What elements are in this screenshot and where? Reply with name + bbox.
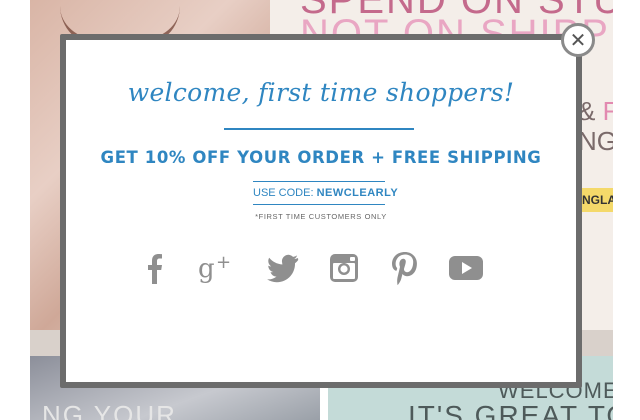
hero-side-line2: NGL	[578, 126, 613, 156]
popup-divider	[224, 128, 414, 130]
twitter-icon[interactable]	[262, 248, 302, 288]
social-links: g +	[66, 248, 576, 288]
svg-text:g: g	[198, 254, 215, 284]
instagram-icon[interactable]	[324, 248, 364, 288]
welcome-popup: welcome, first time shoppers! GET 10% OF…	[66, 40, 576, 382]
youtube-icon[interactable]	[446, 248, 486, 288]
close-popup-button[interactable]: ✕	[561, 23, 595, 57]
promo-code[interactable]: NEWCLEARLY	[317, 187, 399, 199]
hero-cta-tag[interactable]: NGLAS	[578, 188, 613, 212]
promo-code-prefix: USE CODE:	[253, 187, 317, 199]
hero-side-pink: F	[602, 96, 613, 126]
google-plus-icon[interactable]: g +	[196, 248, 236, 288]
close-icon: ✕	[569, 28, 587, 52]
popup-fine-print: *FIRST TIME CUSTOMERS ONLY	[255, 212, 387, 221]
svg-text:+: +	[216, 252, 231, 273]
pinterest-icon[interactable]	[384, 248, 424, 288]
facebook-icon[interactable]	[135, 248, 175, 288]
promo-tile-left-text: NG YOUR	[42, 400, 177, 420]
promo-code-box[interactable]: USE CODE: NEWCLEARLY	[253, 181, 398, 205]
popup-title: welcome, first time shoppers!	[127, 78, 515, 107]
promo-tile-right-line2: IT'S GREAT TO S	[408, 400, 613, 420]
hero-side-text: & F NGL	[578, 96, 613, 156]
popup-offer: GET 10% OFF YOUR ORDER + FREE SHIPPING	[100, 148, 542, 167]
